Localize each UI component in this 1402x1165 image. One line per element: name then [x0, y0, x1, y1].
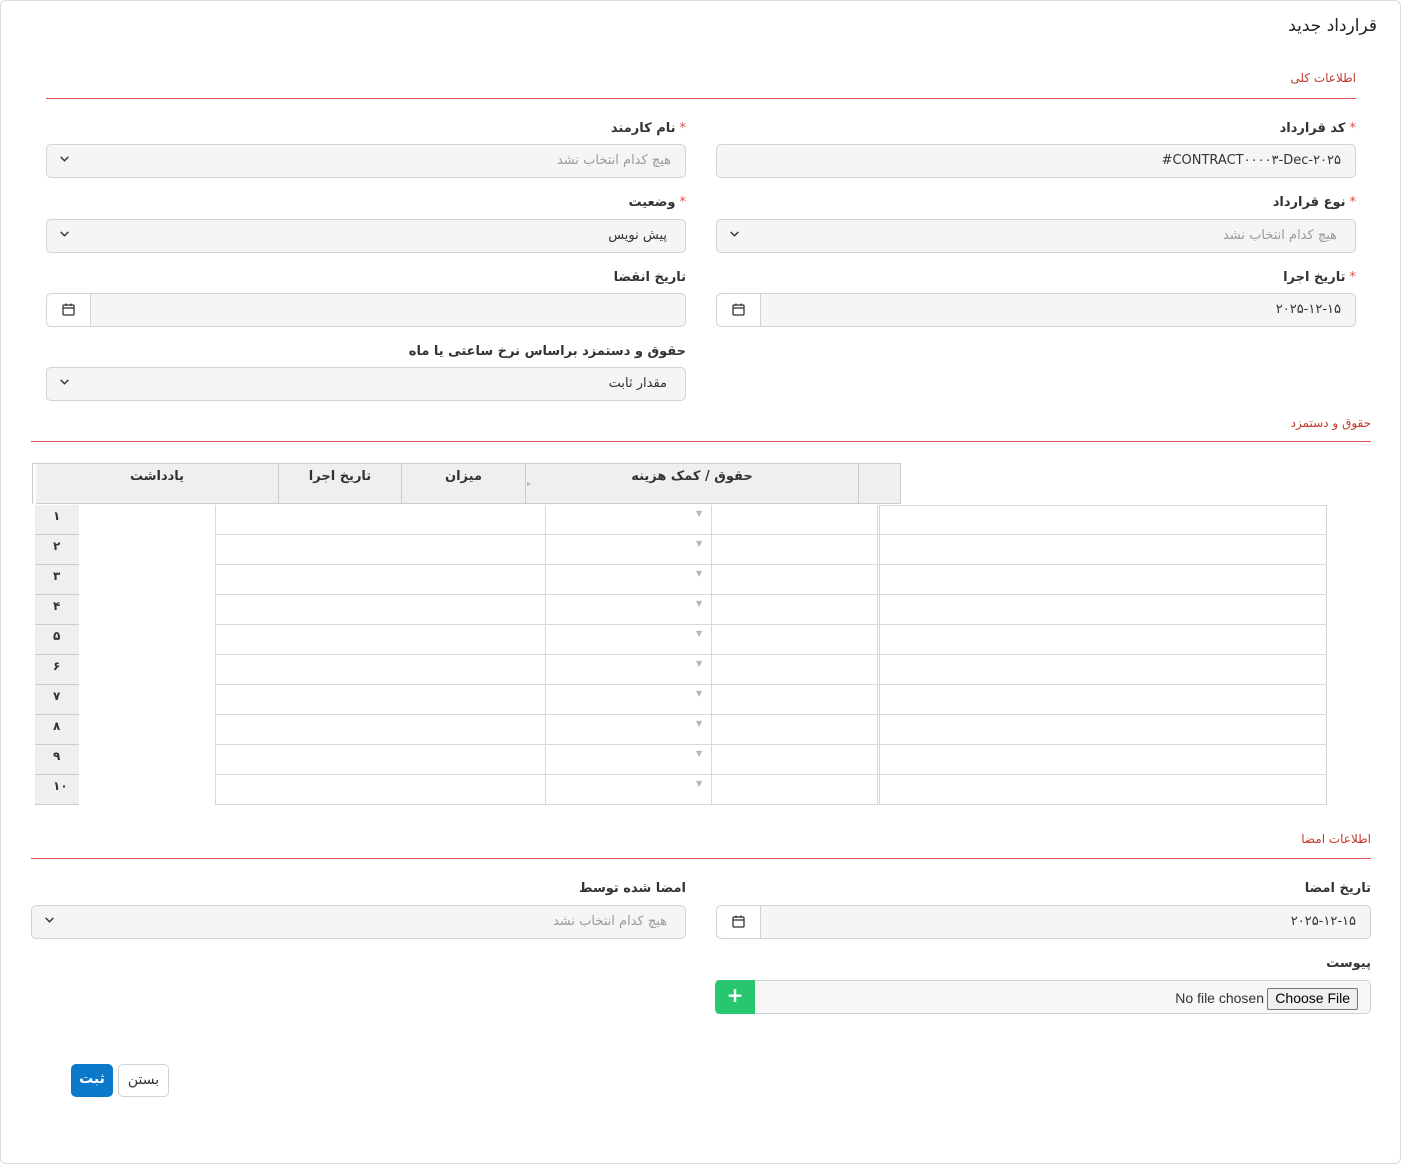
dropdown-arrow-icon[interactable]: ▼	[696, 779, 702, 788]
choose-file-button[interactable]: Choose File	[1267, 988, 1358, 1010]
column-header-salary-allowance[interactable]: حقوق / کمک هزینه	[525, 464, 858, 504]
section-divider	[31, 441, 1371, 442]
row-number: ۴	[35, 595, 79, 625]
dropdown-arrow-icon[interactable]: ▼	[696, 509, 702, 518]
grid-body	[35, 505, 1328, 805]
row-number: ۹	[35, 745, 79, 775]
attachment-file-input[interactable]: Choose File No file chosen	[716, 980, 1371, 1014]
close-button[interactable]: بستن	[118, 1064, 169, 1097]
column-header-amount[interactable]: میزان	[401, 464, 525, 504]
employee-name-select[interactable]: هیچ کدام انتخاب نشد	[46, 144, 686, 178]
column-header-blank	[858, 464, 900, 504]
calendar-button[interactable]	[717, 906, 761, 938]
calendar-button[interactable]	[47, 294, 91, 326]
label-salary-basis: حقوق و دستمزد براساس نرخ ساعتی یا ماه	[408, 344, 686, 359]
page-title: قرارداد جدید	[1288, 16, 1377, 36]
label-sign-date: تاریخ امضا	[1304, 881, 1371, 896]
label-contract-type: نوع قرارداد *	[1272, 195, 1356, 210]
label-end-date: تاریخ انقضا	[613, 270, 686, 285]
dropdown-arrow-icon[interactable]: ▼	[696, 719, 702, 728]
add-attachment-button[interactable]: +	[715, 980, 755, 1014]
chevron-down-icon	[45, 917, 54, 923]
dropdown-arrow-icon[interactable]: ▼	[696, 569, 702, 578]
section-title-signature: اطلاعات امضا	[1301, 832, 1371, 846]
signed-by-select[interactable]: هیچ کدام انتخاب نشد	[31, 905, 686, 939]
row-number: ۳	[35, 565, 79, 595]
row-number: ۵	[35, 625, 79, 655]
chevron-down-icon	[730, 231, 739, 237]
row-number: ۲	[35, 535, 79, 565]
calendar-icon	[62, 303, 75, 316]
end-date-input[interactable]	[46, 293, 686, 327]
label-attachment: پیوست	[1326, 956, 1371, 971]
dropdown-arrow-icon[interactable]: ▼	[696, 659, 702, 668]
contract-type-select[interactable]: هیچ کدام انتخاب نشد	[716, 219, 1356, 253]
table-row[interactable]	[215, 534, 1327, 535]
column-resize-icon: ▸	[527, 479, 532, 488]
chevron-down-icon	[60, 156, 69, 162]
section-divider	[31, 858, 1371, 859]
table-row[interactable]	[215, 654, 1327, 655]
table-row[interactable]	[215, 624, 1327, 625]
calendar-icon	[732, 915, 745, 928]
column-header-note[interactable]: یادداشت	[36, 464, 278, 504]
status-select[interactable]: پیش نویس	[46, 219, 686, 253]
start-date-input[interactable]: ۲۰۲۵-۱۲-۱۵	[716, 293, 1356, 327]
column-header-start-date[interactable]: تاریخ اجرا	[278, 464, 401, 504]
calendar-icon	[732, 303, 745, 316]
table-row[interactable]	[215, 774, 1327, 775]
dropdown-arrow-icon[interactable]: ▼	[696, 629, 702, 638]
table-row[interactable]	[215, 564, 1327, 565]
row-number: ۶	[35, 655, 79, 685]
chevron-down-icon	[60, 231, 69, 237]
label-employee-name: نام کارمند *	[610, 121, 686, 136]
dropdown-arrow-icon[interactable]: ▼	[696, 749, 702, 758]
sign-date-input[interactable]: ۲۰۲۵-۱۲-۱۵	[716, 905, 1371, 939]
row-number: ۱۰	[35, 775, 79, 805]
chevron-down-icon	[60, 379, 69, 385]
calendar-button[interactable]	[717, 294, 761, 326]
table-row[interactable]	[215, 684, 1327, 685]
file-status-text: No file chosen	[1175, 990, 1264, 1006]
salary-basis-select[interactable]: مقدار ثابت	[46, 367, 686, 401]
label-status: وضعیت *	[628, 195, 686, 210]
row-number: ۸	[35, 715, 79, 745]
dropdown-arrow-icon[interactable]: ▼	[696, 539, 702, 548]
dropdown-arrow-icon[interactable]: ▼	[696, 689, 702, 698]
contract-code-input[interactable]: #CONTRACT۰۰۰۰۳-Dec-۲۰۲۵	[716, 144, 1356, 178]
dropdown-arrow-icon[interactable]: ▼	[696, 599, 702, 608]
row-number: ۷	[35, 685, 79, 715]
table-row[interactable]	[215, 744, 1327, 745]
section-title-salary: حقوق و دستمزد	[1290, 416, 1371, 430]
section-divider	[46, 98, 1356, 99]
row-number: ۱	[35, 505, 79, 535]
label-start-date: تاریخ اجرا *	[1283, 270, 1356, 285]
submit-button[interactable]: ثبت	[71, 1064, 113, 1097]
table-row[interactable]	[215, 714, 1327, 715]
grid-header: یادداشت تاریخ اجرا میزان حقوق / کمک هزین…	[32, 463, 901, 504]
label-contract-code: کد قرارداد *	[1279, 121, 1356, 136]
section-title-general: اطلاعات کلی	[1290, 71, 1356, 85]
table-row[interactable]	[215, 594, 1327, 595]
label-signed-by: امضا شده توسط	[579, 881, 686, 896]
table-row[interactable]	[215, 804, 1327, 805]
